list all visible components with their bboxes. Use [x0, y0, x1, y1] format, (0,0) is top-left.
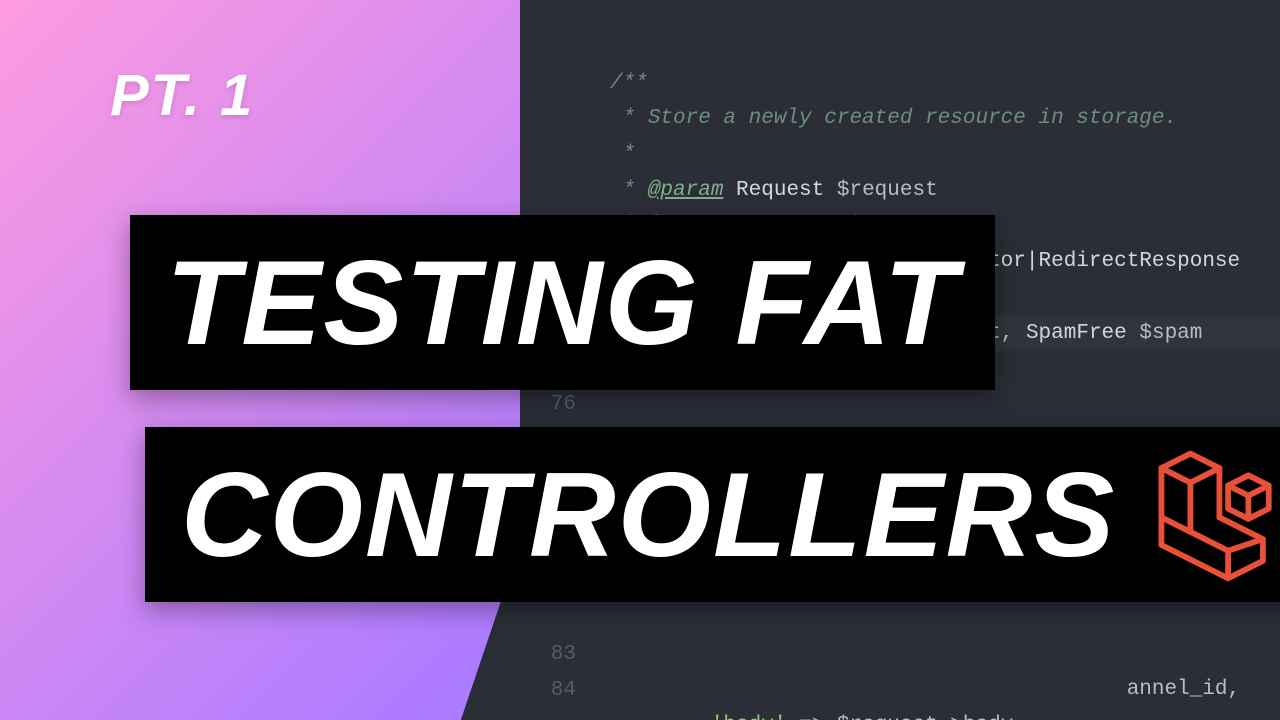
eyebrow-label: PT. 1	[110, 62, 254, 129]
line-number: 84	[520, 673, 576, 709]
title-text-2: CONTROLLERS	[181, 446, 1116, 584]
title-line-2: CONTROLLERS	[145, 427, 1280, 602]
title-text-1: TESTING FAT	[166, 234, 959, 372]
line-number: 76	[520, 387, 576, 423]
doc-summary: Store a newly created resource in storag…	[648, 107, 1177, 130]
line-number: 83	[520, 637, 576, 673]
laravel-icon	[1144, 442, 1280, 587]
title-line-1: TESTING FAT	[130, 215, 995, 390]
